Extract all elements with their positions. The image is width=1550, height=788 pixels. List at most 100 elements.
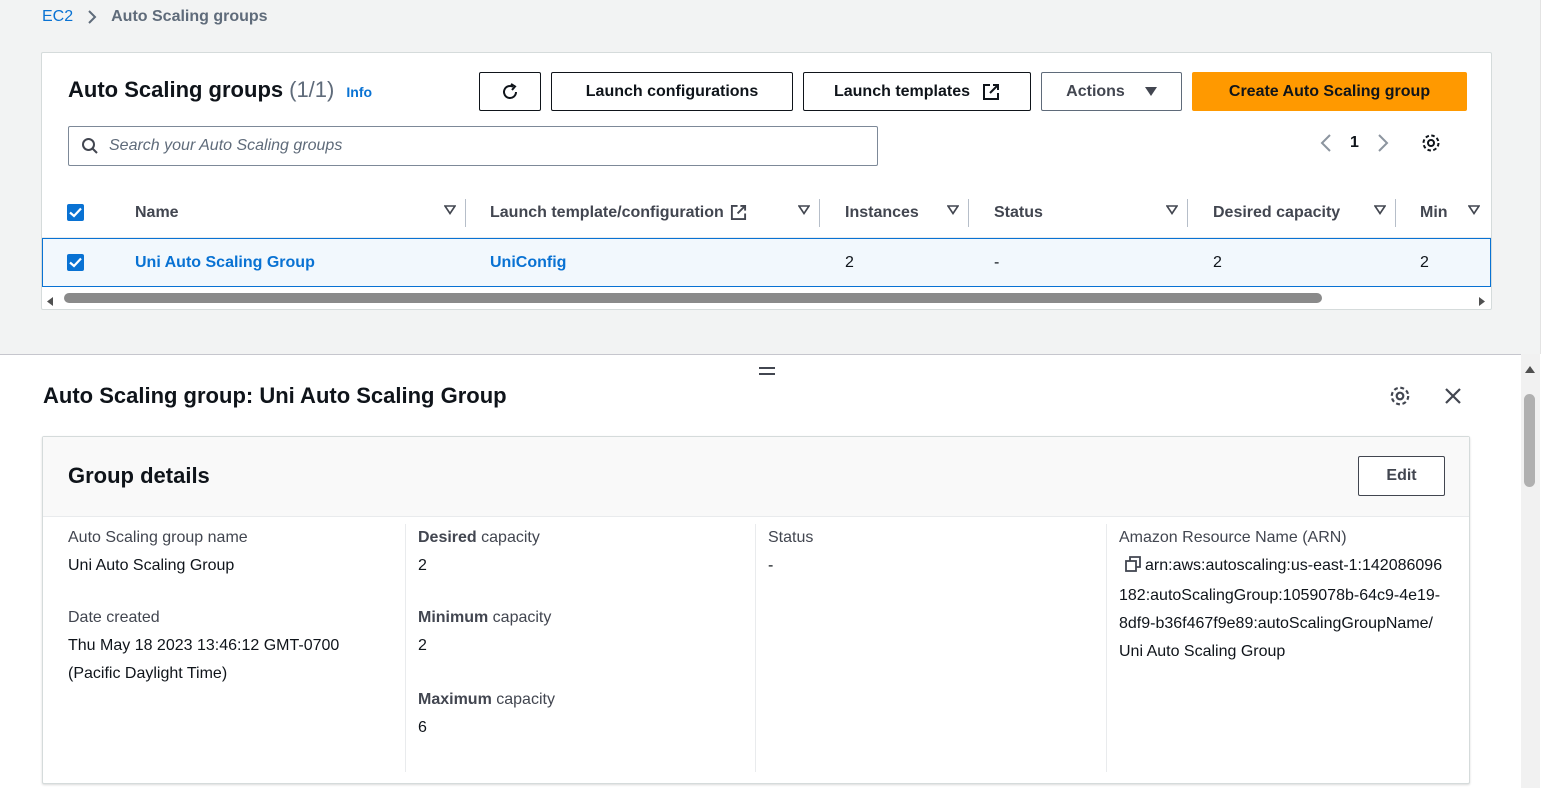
caret-down-icon (1144, 86, 1157, 97)
sort-caret-icon (1468, 205, 1480, 215)
info-link[interactable]: Info (346, 84, 372, 100)
arn-value-container: arn:aws:autoscaling:us-east-1:1420860961… (1119, 552, 1444, 666)
create-auto-scaling-group-button[interactable]: Create Auto Scaling group (1192, 72, 1467, 111)
maximum-capacity-value: 6 (418, 719, 427, 736)
column-header-name[interactable]: Name (135, 187, 466, 238)
edit-button[interactable]: Edit (1358, 456, 1445, 496)
group-details-card: Group details Edit Auto Scaling group na… (42, 436, 1470, 784)
column-header-label: Desired capacity (1213, 203, 1341, 221)
date-created-label: Date created (68, 609, 160, 626)
table-header: Name Launch template/configuration Insta… (42, 187, 1491, 238)
chevron-right-icon (87, 9, 97, 25)
column-header-label: Name (135, 203, 179, 221)
launch-config-link[interactable]: UniConfig (490, 239, 566, 286)
actions-dropdown-button[interactable]: Actions (1041, 72, 1182, 111)
column-header-status[interactable]: Status (994, 187, 1188, 238)
previous-page-icon[interactable] (1320, 133, 1332, 153)
copy-icon[interactable] (1125, 554, 1141, 582)
column-header-desired-capacity[interactable]: Desired capacity (1213, 187, 1396, 238)
arn-label: Amazon Resource Name (ARN) (1119, 529, 1347, 546)
horizontal-scrollbar[interactable] (42, 289, 1491, 306)
main-content: EC2 Auto Scaling groups Auto Scaling gro… (0, 0, 1541, 354)
minimum-bold: Minimum (418, 609, 489, 626)
close-icon[interactable] (1442, 385, 1464, 412)
vertical-scrollbar[interactable] (1521, 354, 1540, 788)
scroll-up-icon[interactable] (1525, 360, 1535, 378)
split-panel: Auto Scaling group: Uni Auto Scaling Gro… (0, 354, 1521, 788)
minimum-capacity-label: Minimum capacity (418, 604, 748, 632)
column-divider (968, 199, 969, 227)
sort-caret-icon (1374, 205, 1386, 215)
column-divider (755, 524, 756, 772)
auto-scaling-groups-table-container: Auto Scaling groups (1/1) Info Launch co… (41, 52, 1492, 310)
column-divider (1187, 199, 1188, 227)
details-column-capacity: Desired capacity 2 Minimum capacity 2 Ma… (418, 524, 748, 772)
min-cell: 2 (1420, 253, 1429, 271)
launch-templates-label: Launch templates (833, 82, 971, 100)
breadcrumb: EC2 Auto Scaling groups (42, 8, 268, 26)
launch-templates-button[interactable]: Launch templates (803, 72, 1031, 111)
group-details-header: Group details Edit (43, 437, 1469, 517)
table-row[interactable]: Uni Auto Scaling Group UniConfig 2 - 2 2 (42, 238, 1491, 287)
sort-caret-icon (947, 205, 959, 215)
details-column-status: Status - (768, 524, 1098, 772)
maximum-bold: Maximum (418, 691, 492, 708)
maximum-capacity-label: Maximum capacity (418, 686, 748, 714)
details-column-arn: Amazon Resource Name (ARN) arn:aws:autos… (1119, 524, 1459, 772)
row-select-checkbox[interactable] (67, 239, 84, 286)
horizontal-scroll-thumb[interactable] (64, 293, 1322, 303)
column-divider (1395, 199, 1396, 227)
group-name-link[interactable]: Uni Auto Scaling Group (135, 239, 315, 286)
arn-value: arn:aws:autoscaling:us-east-1:1420860961… (1119, 557, 1443, 660)
group-name-value: Uni Auto Scaling Group (68, 557, 235, 574)
sort-caret-icon (1166, 205, 1178, 215)
column-header-label: Min (1420, 203, 1448, 221)
external-link-icon (730, 204, 747, 221)
sort-caret-icon (444, 205, 456, 215)
checkmark-icon (67, 254, 84, 271)
group-name-label: Auto Scaling group name (68, 529, 248, 546)
column-header-label: Instances (845, 203, 919, 221)
capacity-suffix: capacity (476, 529, 540, 546)
scroll-left-icon[interactable] (47, 293, 53, 311)
resize-handle-icon[interactable] (759, 363, 775, 381)
minimum-capacity-value: 2 (418, 637, 427, 654)
vertical-scroll-thumb[interactable] (1524, 394, 1535, 487)
status-label: Status (768, 529, 814, 546)
select-all-checkbox[interactable] (67, 187, 107, 238)
table-count: (1/1) (289, 77, 335, 102)
split-panel-settings-gear-icon[interactable] (1389, 385, 1411, 412)
column-header-instances[interactable]: Instances (845, 187, 969, 238)
desired-capacity-cell: 2 (1213, 253, 1222, 271)
search-input[interactable] (109, 137, 849, 155)
capacity-suffix: capacity (488, 609, 552, 626)
current-page-number[interactable]: 1 (1350, 134, 1359, 152)
actions-label: Actions (1066, 82, 1125, 100)
breadcrumb-current: Auto Scaling groups (111, 8, 268, 25)
column-divider (819, 199, 820, 227)
column-header-launch-template[interactable]: Launch template/configuration (490, 187, 820, 238)
desired-capacity-value: 2 (418, 557, 427, 574)
date-created-value: Thu May 18 2023 13:46:12 GMT-0700 (Pacif… (68, 637, 340, 682)
next-page-icon[interactable] (1377, 133, 1389, 153)
breadcrumb-ec2-link[interactable]: EC2 (42, 8, 73, 26)
refresh-button[interactable] (479, 72, 541, 111)
launch-configurations-button[interactable]: Launch configurations (551, 72, 793, 111)
refresh-icon (500, 82, 520, 102)
sort-caret-icon (798, 205, 810, 215)
column-header-label: Launch template/configuration (490, 203, 724, 221)
search-field[interactable] (68, 126, 878, 166)
column-header-min[interactable]: Min (1420, 187, 1490, 238)
status-cell: - (994, 253, 1000, 271)
column-header-label: Status (994, 203, 1043, 221)
pagination: 1 (1320, 133, 1441, 153)
desired-capacity-label: Desired capacity (418, 524, 748, 552)
table-preferences-gear-icon[interactable] (1421, 133, 1441, 153)
scroll-right-icon[interactable] (1479, 293, 1485, 311)
column-divider (1106, 524, 1107, 772)
column-divider (405, 524, 406, 772)
desired-bold: Desired (418, 529, 477, 546)
instances-cell: 2 (845, 253, 854, 271)
capacity-suffix: capacity (491, 691, 555, 708)
table-title: Auto Scaling groups (1/1) Info (68, 77, 372, 103)
